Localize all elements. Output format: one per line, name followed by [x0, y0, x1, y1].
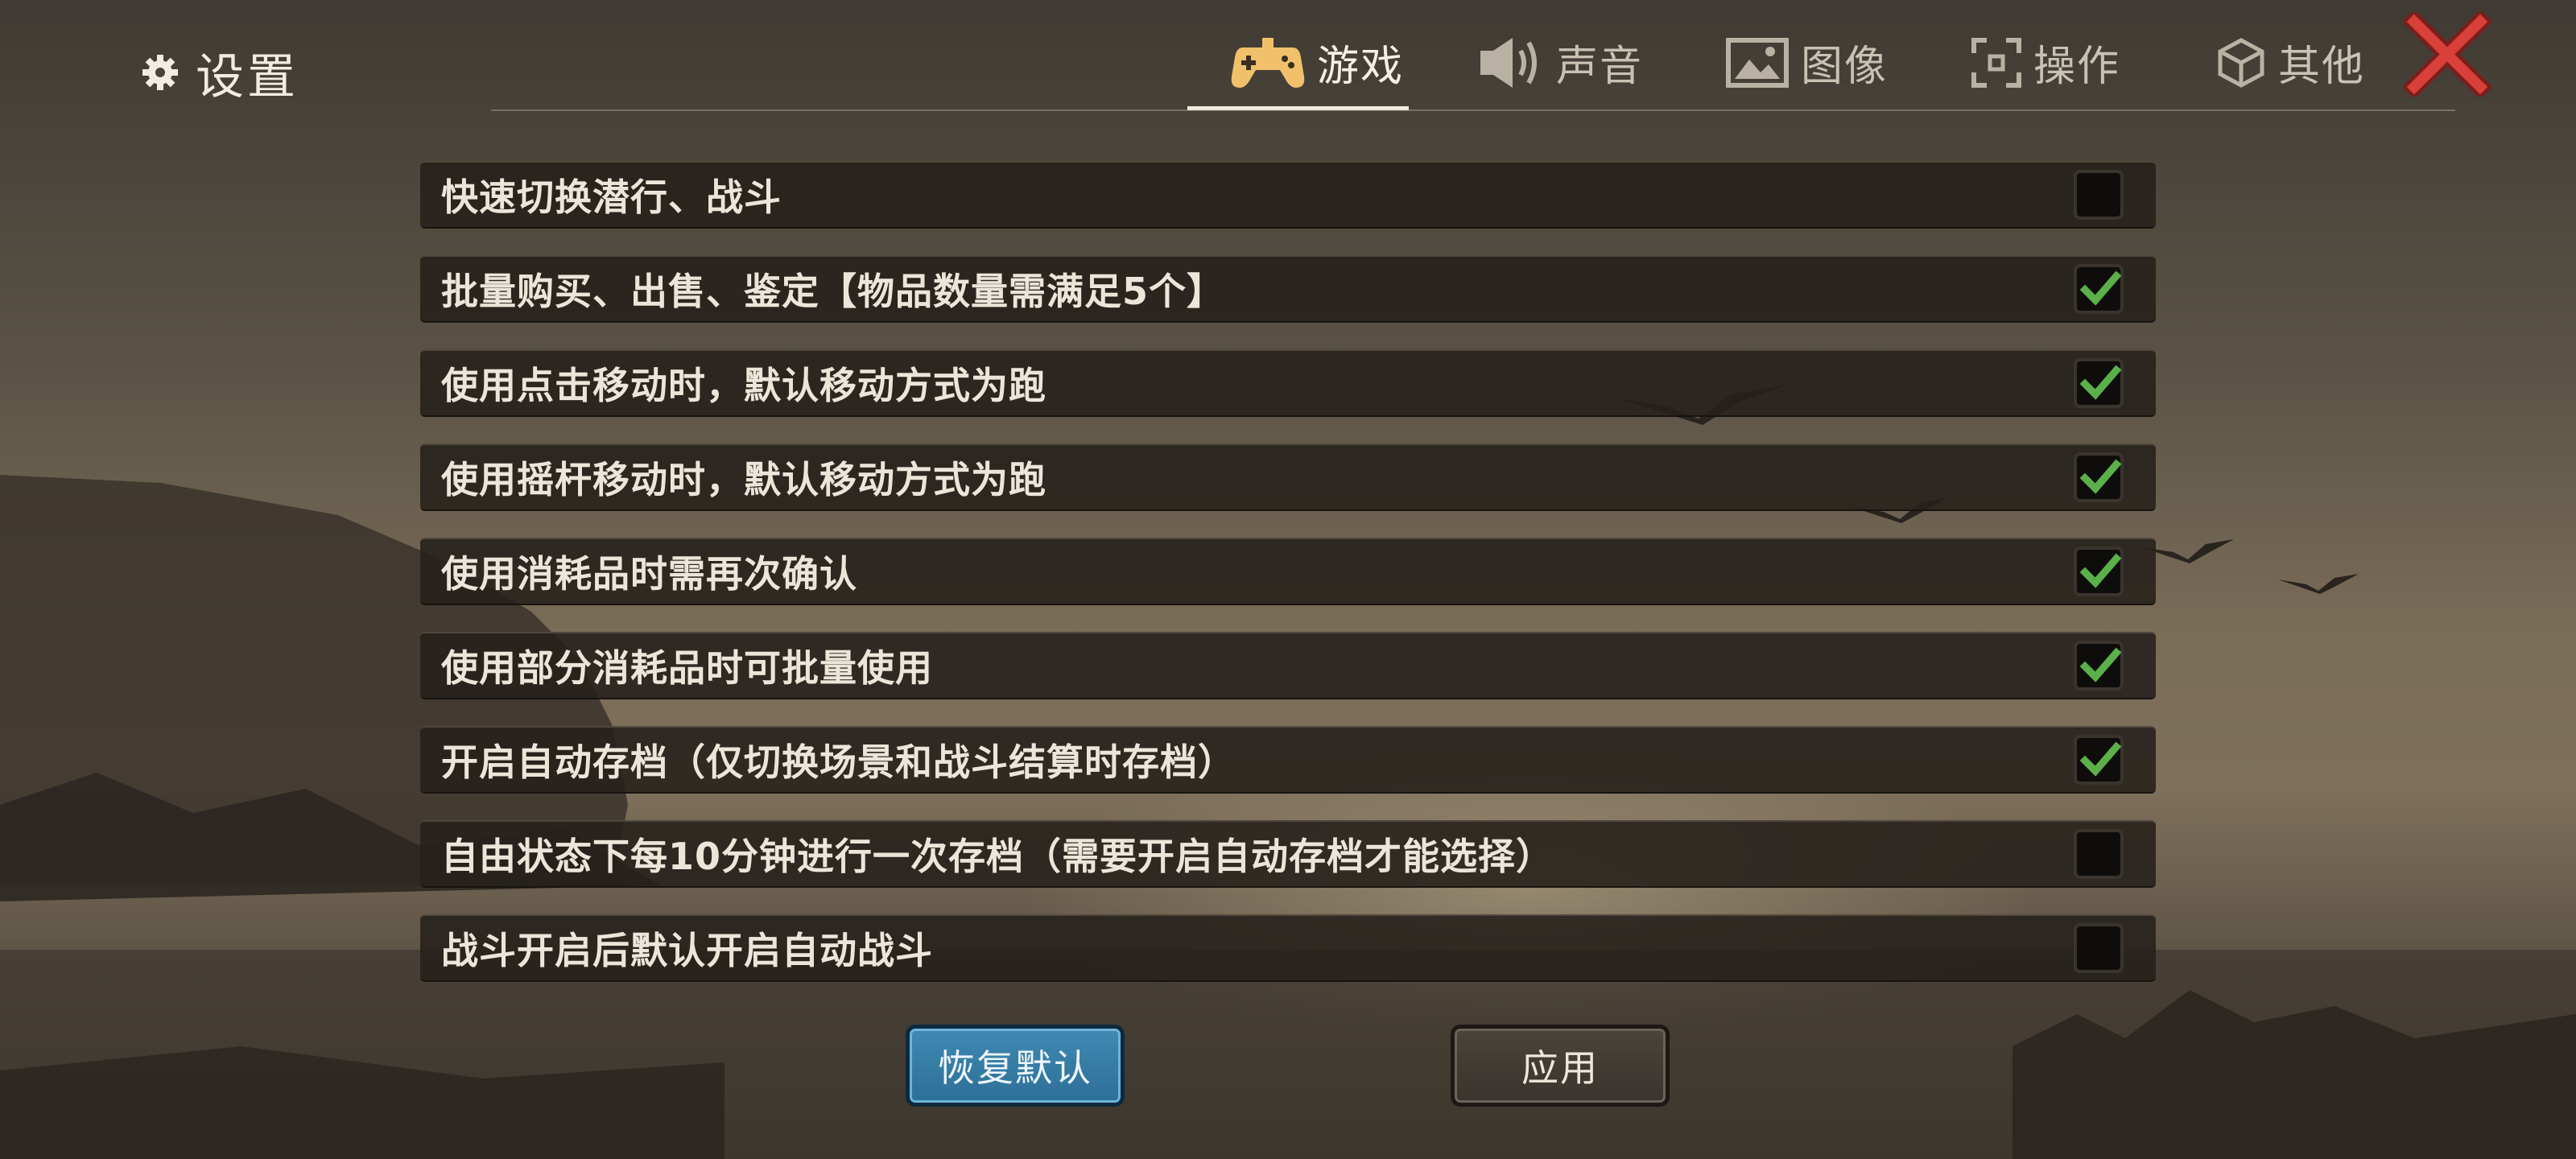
- tab-other-label: 其他: [2278, 43, 2366, 91]
- apply-label: 应用: [1521, 1046, 1599, 1090]
- options-list: 快速切换潜行、战斗 批量购买、出售、鉴定【物品数量需满足5个】 使用点击移动时，…: [420, 161, 2156, 1008]
- option-checkbox[interactable]: [2074, 547, 2124, 596]
- apply-button[interactable]: 应用: [1451, 1025, 1670, 1107]
- tab-image-label: 图像: [1801, 43, 1889, 91]
- option-label: 使用点击移动时，默认移动方式为跑: [441, 364, 1046, 407]
- option-row: 快速切换潜行、战斗: [420, 161, 2156, 229]
- option-checkbox[interactable]: [2074, 923, 2124, 973]
- crosshair-icon: [1971, 37, 2021, 88]
- image-icon: [1726, 37, 1789, 88]
- option-checkbox[interactable]: [2074, 641, 2124, 691]
- option-checkbox[interactable]: [2074, 735, 2124, 785]
- check-icon: [2079, 270, 2122, 306]
- option-checkbox[interactable]: [2074, 452, 2124, 502]
- tab-sound-label: 声音: [1556, 43, 1644, 91]
- settings-tabs: 游戏 声音 图像 操作 其他: [0, 0, 2576, 113]
- speaker-icon: [1480, 37, 1537, 88]
- restore-defaults-button[interactable]: 恢复默认: [906, 1025, 1125, 1107]
- tab-game[interactable]: 游戏: [1230, 24, 1404, 101]
- close-button[interactable]: [2401, 9, 2493, 100]
- option-label: 批量购买、出售、鉴定【物品数量需满足5个】: [441, 270, 1225, 313]
- option-row: 批量购买、出售、鉴定【物品数量需满足5个】: [420, 255, 2156, 323]
- check-icon: [2079, 553, 2122, 588]
- option-row: 使用消耗品时需再次确认: [420, 538, 2156, 605]
- check-icon: [2079, 365, 2122, 400]
- option-row: 战斗开启后默认开启自动战斗: [420, 914, 2156, 982]
- option-label: 使用部分消耗品时可批量使用: [441, 646, 933, 690]
- option-checkbox[interactable]: [2074, 829, 2124, 879]
- header-divider: [491, 109, 2455, 111]
- tab-sound[interactable]: 声音: [1477, 24, 1643, 101]
- close-icon: [2401, 9, 2493, 100]
- cube-icon: [2218, 37, 2264, 88]
- check-icon: [2079, 647, 2122, 683]
- tab-other[interactable]: 其他: [2215, 24, 2365, 101]
- option-row: 开启自动存档（仅切换场景和战斗结算时存档）: [420, 726, 2156, 794]
- option-row: 自由状态下每10分钟进行一次存档（需要开启自动存档才能选择）: [420, 820, 2156, 888]
- tab-image[interactable]: 图像: [1725, 24, 1888, 101]
- restore-defaults-label: 恢复默认: [938, 1046, 1092, 1090]
- option-row: 使用部分消耗品时可批量使用: [420, 632, 2156, 699]
- option-label: 使用摇杆移动时，默认移动方式为跑: [441, 458, 1046, 501]
- option-row: 使用点击移动时，默认移动方式为跑: [420, 349, 2156, 417]
- tab-game-label: 游戏: [1317, 43, 1405, 91]
- option-label: 战斗开启后默认开启自动战斗: [441, 929, 933, 972]
- tab-controls-label: 操作: [2033, 43, 2121, 91]
- option-label: 快速切换潜行、战斗: [441, 175, 782, 219]
- option-checkbox[interactable]: [2074, 170, 2124, 220]
- option-checkbox[interactable]: [2074, 358, 2124, 408]
- option-label: 自由状态下每10分钟进行一次存档（需要开启自动存档才能选择）: [441, 835, 1554, 878]
- option-label: 开启自动存档（仅切换场景和战斗结算时存档）: [441, 740, 1236, 784]
- tab-controls[interactable]: 操作: [1971, 24, 2120, 101]
- check-icon: [2079, 741, 2122, 777]
- check-icon: [2079, 459, 2122, 494]
- option-row: 使用摇杆移动时，默认移动方式为跑: [420, 443, 2156, 511]
- gamepad-icon: [1231, 37, 1305, 88]
- option-label: 使用消耗品时需再次确认: [441, 552, 857, 596]
- option-checkbox[interactable]: [2074, 264, 2124, 314]
